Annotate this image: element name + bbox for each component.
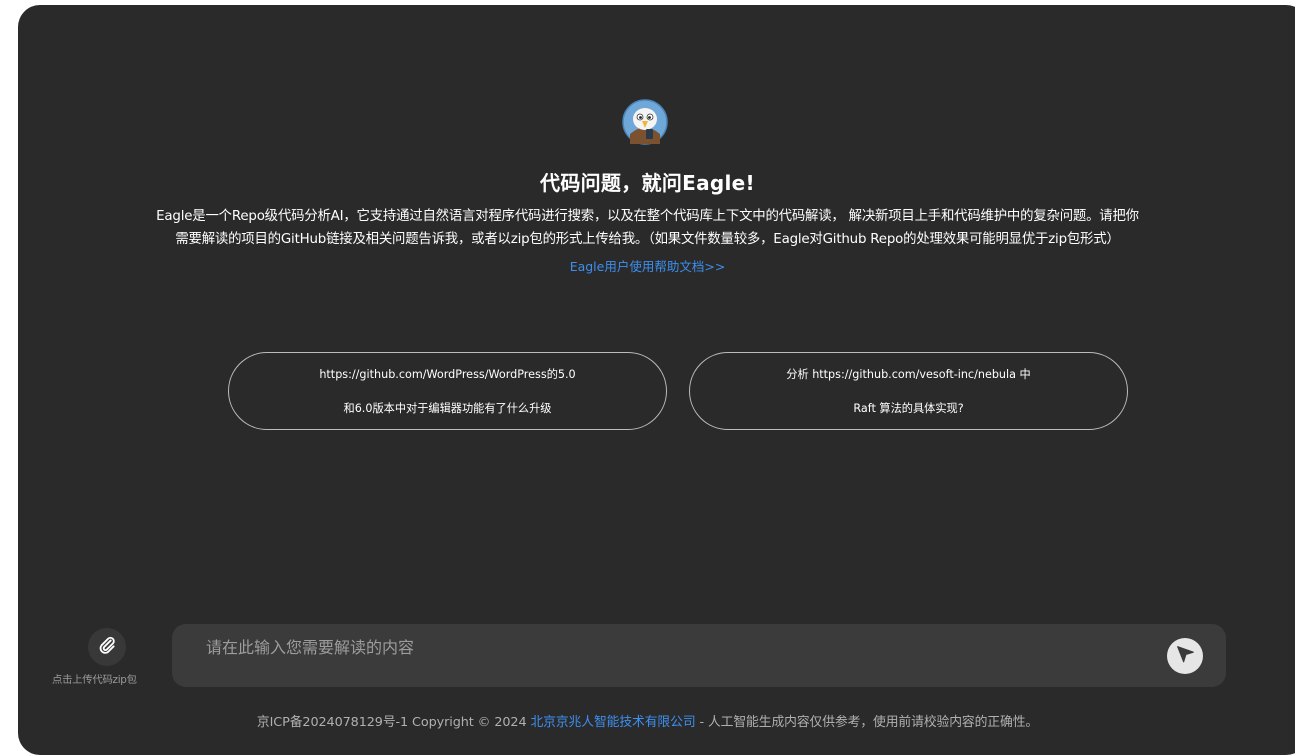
intro-description: Eagle是一个Repo级代码分析AI，它支持通过自然语言对程序代码进行搜索，以… (60, 205, 1235, 251)
eagle-avatar (617, 99, 673, 145)
company-link[interactable]: 北京京兆人智能技术有限公司 (530, 715, 695, 730)
footer-disclaimer: - 人工智能生成内容仅供参考，使用前请校验内容的正确性。 (695, 715, 1039, 730)
description-line-2: 需要解读的项目的GitHub链接及相关问题告诉我，或者以zip包的形式上传给我。… (175, 232, 1120, 247)
send-icon (1174, 643, 1196, 669)
site-footer: 京ICP备2024078129号-1 Copyright © 2024 北京京兆… (0, 711, 1295, 730)
suggestion-line: 和6.0版本中对于编辑器功能有了什么升级 (343, 402, 552, 415)
suggestion-line: Raft 算法的具体实现? (853, 402, 964, 415)
send-button[interactable] (1167, 638, 1203, 674)
upload-zip-button[interactable] (88, 628, 126, 666)
paperclip-icon (97, 635, 117, 659)
description-line-1: Eagle是一个Repo级代码分析AI，它支持通过自然语言对程序代码进行搜索，以… (156, 209, 1139, 224)
message-input[interactable] (204, 634, 1108, 660)
suggestion-line: 分析 https://github.com/vesoft-inc/nebula … (786, 368, 1031, 381)
page-title: 代码问题，就问Eagle! (540, 171, 755, 195)
suggestion-line: https://github.com/WordPress/WordPress的5… (319, 368, 576, 381)
help-docs-link[interactable]: Eagle用户使用帮助文档>> (0, 256, 1295, 275)
upload-zip-label[interactable]: 点击上传代码zip包 (52, 671, 168, 686)
footer-copyright: 京ICP备2024078129号-1 Copyright © 2024 (256, 715, 531, 730)
suggestion-card-nebula[interactable]: 分析 https://github.com/vesoft-inc/nebula … (689, 352, 1128, 430)
suggestion-card-wordpress[interactable]: https://github.com/WordPress/WordPress的5… (228, 352, 667, 430)
message-composer (172, 624, 1226, 687)
